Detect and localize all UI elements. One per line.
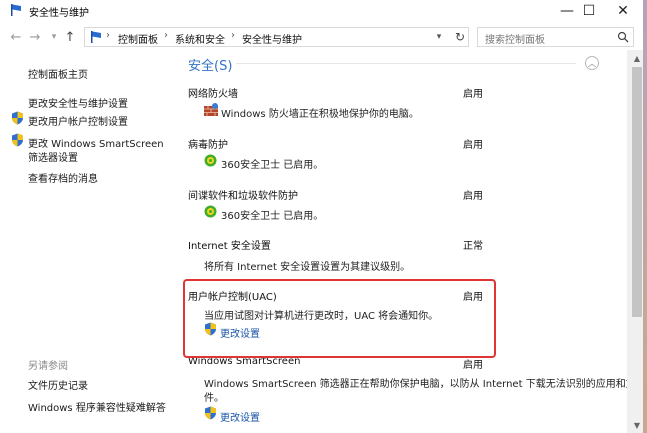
sidebar-link-uac[interactable]: 更改用户帐户控制设置: [28, 113, 128, 128]
360-security-icon: [204, 154, 217, 167]
close-button[interactable]: ✕: [607, 0, 639, 22]
sidebar-link-archived-messages[interactable]: 查看存档的消息: [28, 170, 98, 185]
search-placeholder: 搜索控制面板: [485, 35, 545, 46]
window-title: 安全性与维护: [29, 8, 89, 19]
see-also-compat-troubleshooter[interactable]: Windows 程序兼容性疑难解答: [28, 399, 166, 414]
smartscreen-description: Windows SmartScreen 筛选器正在帮助你保护电脑，以防从 Int…: [204, 379, 636, 390]
breadcrumb-system-security[interactable]: 系统和安全: [175, 31, 225, 46]
virus-protection-title: 病毒防护: [188, 140, 228, 151]
sidebar-link-change-settings[interactable]: 更改安全性与维护设置: [28, 95, 128, 110]
spyware-protection-description: 360安全卫士 已启用。: [221, 211, 324, 222]
smartscreen-change-settings-link[interactable]: 更改设置: [220, 409, 260, 424]
breadcrumb-control-panel[interactable]: 控制面板: [118, 31, 158, 46]
shield-icon: [12, 133, 23, 147]
section-title-security[interactable]: 安全(S): [188, 55, 232, 74]
internet-security-title: Internet 安全设置: [188, 241, 271, 252]
uac-highlight-box: [183, 279, 496, 358]
shield-icon: [205, 406, 216, 420]
firewall-icon: [204, 103, 218, 116]
see-also-heading: 另请参阅: [28, 361, 68, 372]
firewall-status: 启用: [463, 89, 483, 100]
sidebar: 控制面板主页 更改安全性与维护设置 更改用户帐户控制设置 更改 Windows …: [0, 50, 176, 433]
breadcrumb-separator: ›: [106, 30, 110, 41]
internet-security-description: 将所有 Internet 安全设置设置为其建议级别。: [204, 262, 411, 273]
smartscreen-description-line2: 件。: [204, 393, 224, 404]
flag-icon: [91, 31, 101, 43]
breadcrumb-separator: ›: [164, 30, 168, 41]
up-icon[interactable]: ↑: [62, 29, 78, 45]
virus-protection-description: 360安全卫士 已启用。: [221, 160, 324, 171]
address-bar[interactable]: › 控制面板 › 系统和安全 › 安全性与维护 ▾ ↻: [84, 27, 469, 47]
virus-protection-status: 启用: [463, 140, 483, 151]
internet-security-status: 正常: [463, 241, 483, 252]
search-icon[interactable]: [617, 31, 629, 43]
sidebar-home-link[interactable]: 控制面板主页: [28, 66, 88, 81]
spyware-protection-title: 间谍软件和垃圾软件防护: [188, 191, 298, 202]
collapse-icon[interactable]: ︿: [585, 56, 599, 70]
recent-pages-icon[interactable]: ▾: [46, 29, 62, 45]
firewall-title: 网络防火墙: [188, 89, 238, 100]
flag-icon: [11, 4, 21, 16]
smartscreen-status: 启用: [463, 360, 483, 371]
refresh-icon[interactable]: ↻: [453, 29, 467, 45]
maximize-button[interactable]: ☐: [573, 0, 605, 22]
address-dropdown-icon[interactable]: ▾: [432, 29, 446, 45]
sidebar-link-smartscreen[interactable]: 更改 Windows SmartScreen: [28, 135, 164, 150]
forward-icon[interactable]: →: [27, 29, 43, 45]
section-divider: [236, 63, 576, 64]
breadcrumb-security-maintenance[interactable]: 安全性与维护: [242, 31, 302, 46]
navigation-bar: ← → ▾ ↑ › 控制面板 › 系统和安全 › 安全性与维护 ▾ ↻ 搜索控制…: [0, 25, 647, 49]
see-also-file-history[interactable]: 文件历史记录: [28, 377, 88, 392]
sidebar-link-smartscreen-line2[interactable]: 筛选器设置: [28, 149, 78, 164]
shield-icon: [12, 111, 23, 125]
desktop-edge: [643, 0, 647, 433]
title-bar: 安全性与维护 — ☐ ✕: [0, 0, 647, 22]
360-security-icon: [204, 205, 217, 218]
firewall-description: Windows 防火墙正在积极地保护你的电脑。: [221, 109, 419, 120]
main-content: 安全(S) ︿ 网络防火墙 启用 Windows 防火墙正在积极地保护你的电脑。…: [176, 50, 636, 433]
search-input[interactable]: 搜索控制面板: [477, 27, 634, 47]
breadcrumb-separator: ›: [231, 30, 235, 41]
back-icon[interactable]: ←: [8, 29, 24, 45]
scrollbar-thumb[interactable]: [632, 67, 642, 317]
spyware-protection-status: 启用: [463, 191, 483, 202]
